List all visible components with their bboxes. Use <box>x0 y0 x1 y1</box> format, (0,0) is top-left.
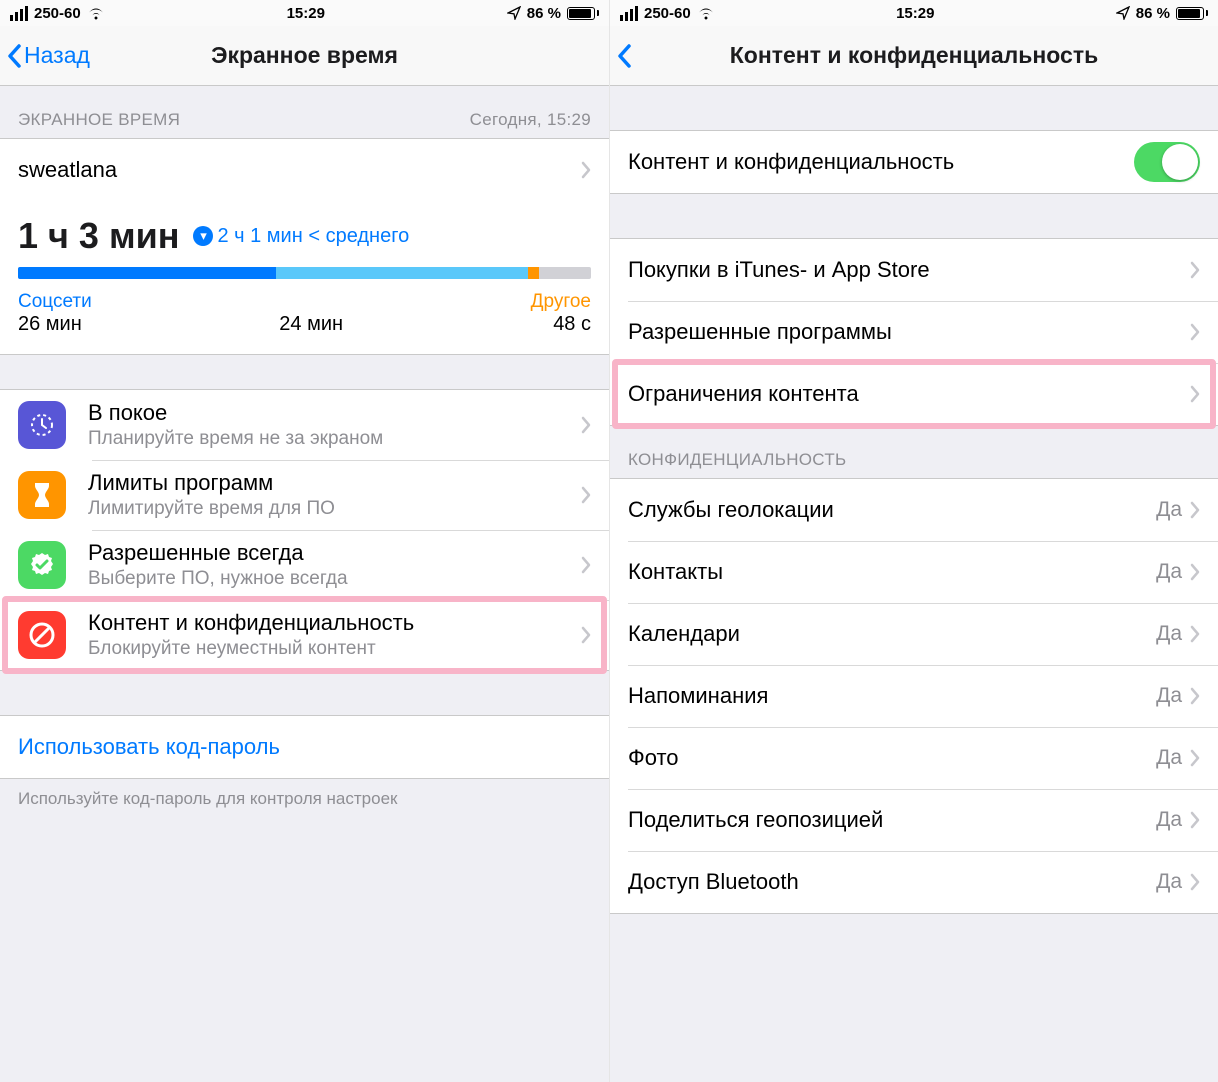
nav-bar: Контент и конфиденциальность <box>610 26 1218 86</box>
carrier-label: 250-60 <box>34 5 81 22</box>
always-allowed-row[interactable]: Разрешенные всегда Выберите ПО, нужное в… <box>0 530 609 600</box>
chevron-right-icon <box>1190 873 1200 891</box>
chevron-right-icon <box>581 626 591 644</box>
nav-title: Контент и конфиденциальность <box>610 42 1218 69</box>
content-restrictions-row[interactable]: Ограничения контента <box>610 363 1218 425</box>
privacy-header: КОНФИДЕНЦИАЛЬНОСТЬ <box>610 426 1218 478</box>
chevron-right-icon <box>581 556 591 574</box>
chevron-right-icon <box>1190 385 1200 403</box>
usage-categories: Соцсети26 мин 24 мин Другое48 с <box>0 285 609 354</box>
footer-note: Используйте код-пароль для контроля наст… <box>0 779 609 809</box>
content-privacy-toggle-row: Контент и конфиденциальность <box>610 131 1218 193</box>
wifi-icon <box>87 7 105 20</box>
status-time: 15:29 <box>896 5 934 22</box>
chevron-left-icon <box>6 43 22 69</box>
content-privacy-toggle[interactable] <box>1134 142 1200 182</box>
check-badge-icon <box>18 541 66 589</box>
signal-icon <box>620 6 638 21</box>
status-bar: 250-60 15:29 86 % <box>0 0 609 26</box>
app-limits-row[interactable]: Лимиты программ Лимитируйте время для ПО <box>0 460 609 530</box>
chevron-right-icon <box>1190 625 1200 643</box>
wifi-icon <box>697 7 715 20</box>
contacts-row[interactable]: Контакты Да <box>610 541 1218 603</box>
photos-row[interactable]: Фото Да <box>610 727 1218 789</box>
carrier-label: 250-60 <box>644 5 691 22</box>
use-passcode-link[interactable]: Использовать код-пароль <box>0 716 609 778</box>
usage-bar <box>18 267 591 279</box>
section-header: ЭКРАННОЕ ВРЕМЯ Сегодня, 15:29 <box>0 86 609 138</box>
status-bar: 250-60 15:29 86 % <box>610 0 1218 26</box>
location-icon <box>507 6 521 20</box>
chevron-right-icon <box>581 161 591 179</box>
total-time: 1 ч 3 мин <box>18 215 179 257</box>
downtime-row[interactable]: В покое Планируйте время не за экраном <box>0 390 609 460</box>
user-label: sweatlana <box>18 157 581 183</box>
calendars-row[interactable]: Календари Да <box>610 603 1218 665</box>
back-label: Назад <box>24 42 90 69</box>
chevron-right-icon <box>1190 323 1200 341</box>
chevron-right-icon <box>581 486 591 504</box>
nav-title: Экранное время <box>0 42 609 69</box>
signal-icon <box>10 6 28 21</box>
allowed-apps-row[interactable]: Разрешенные программы <box>610 301 1218 363</box>
user-row[interactable]: sweatlana <box>0 139 609 201</box>
bluetooth-row[interactable]: Доступ Bluetooth Да <box>610 851 1218 913</box>
battery-icon <box>1176 7 1208 20</box>
battery-percent: 86 % <box>1136 5 1170 22</box>
hourglass-icon <box>18 471 66 519</box>
back-button[interactable]: Назад <box>0 42 90 69</box>
no-entry-icon <box>18 611 66 659</box>
itunes-purchases-row[interactable]: Покупки в iTunes- и App Store <box>610 239 1218 301</box>
chevron-right-icon <box>581 416 591 434</box>
nav-bar: Назад Экранное время <box>0 26 609 86</box>
chevron-right-icon <box>1190 261 1200 279</box>
location-services-row[interactable]: Службы геолокации Да <box>610 479 1218 541</box>
back-button[interactable] <box>610 43 632 69</box>
reminders-row[interactable]: Напоминания Да <box>610 665 1218 727</box>
chevron-left-icon <box>616 43 632 69</box>
status-time: 15:29 <box>287 5 325 22</box>
battery-icon <box>567 7 599 20</box>
right-screen: 250-60 15:29 86 % Контент и конфиденци <box>609 0 1218 1082</box>
chevron-right-icon <box>1190 749 1200 767</box>
share-location-row[interactable]: Поделиться геопозицией Да <box>610 789 1218 851</box>
chevron-right-icon <box>1190 563 1200 581</box>
battery-percent: 86 % <box>527 5 561 22</box>
chevron-right-icon <box>1190 687 1200 705</box>
left-screen: 250-60 15:29 86 % Назад Э <box>0 0 609 1082</box>
content-privacy-row[interactable]: Контент и конфиденциальность Блокируйте … <box>0 600 609 670</box>
chevron-right-icon <box>1190 501 1200 519</box>
location-icon <box>1116 6 1130 20</box>
down-arrow-icon: ▾ <box>193 226 213 246</box>
downtime-icon <box>18 401 66 449</box>
compare-label: ▾ 2 ч 1 мин < среднего <box>193 225 409 248</box>
chevron-right-icon <box>1190 811 1200 829</box>
